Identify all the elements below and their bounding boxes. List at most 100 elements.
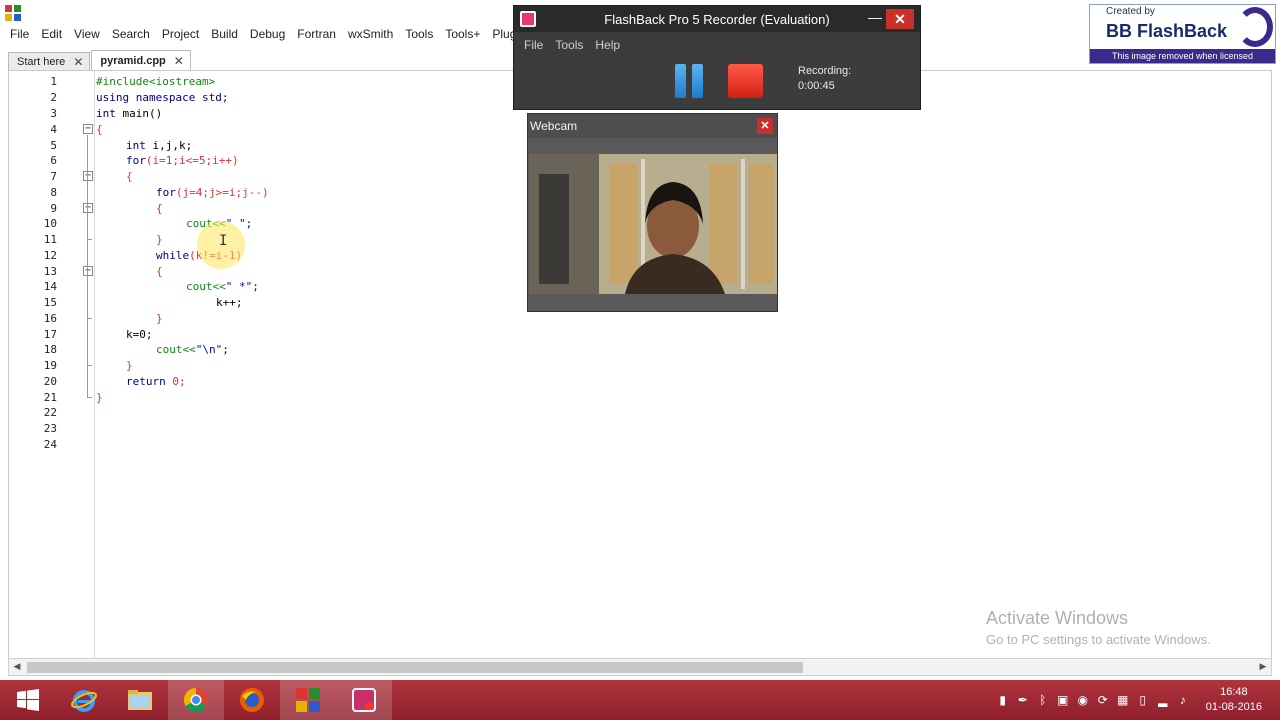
taskbar-codeblocks[interactable] xyxy=(280,680,336,720)
horizontal-scrollbar[interactable]: ◀ ▶ xyxy=(8,658,1272,676)
windows-logo-icon xyxy=(17,689,39,711)
line-number: 6 xyxy=(50,154,57,167)
fold-end-tick xyxy=(87,239,92,240)
line-number: 9 xyxy=(50,202,57,215)
code-token: { xyxy=(126,170,133,183)
volume-icon[interactable]: ♪ xyxy=(1176,693,1190,707)
menu-wxsmith[interactable]: wxSmith xyxy=(342,27,399,41)
code-token: std; xyxy=(201,91,229,104)
code-line-11: } xyxy=(156,232,163,248)
menu-search[interactable]: Search xyxy=(106,27,156,41)
webcam-title: Webcam xyxy=(530,119,578,133)
line-number: 4 xyxy=(50,123,57,136)
code-token: "\n"; xyxy=(195,343,229,356)
app-tray-icon[interactable]: ▣ xyxy=(1056,693,1070,707)
close-icon[interactable]: ✕ xyxy=(886,9,914,29)
menu-tools[interactable]: Tools xyxy=(399,27,439,41)
code-token: int xyxy=(126,139,146,152)
line-number: 12 xyxy=(43,249,57,262)
menu-file[interactable]: File xyxy=(4,27,35,41)
line-number: 3 xyxy=(50,107,57,120)
code-line-9: { xyxy=(156,201,163,217)
power-icon[interactable]: ▯ xyxy=(1136,693,1150,707)
code-line-1: #include<iostream> xyxy=(96,74,215,90)
tab-pyramid-cpp[interactable]: pyramid.cpp ✕ xyxy=(91,50,191,70)
system-clock[interactable]: 16:48 01-08-2016 xyxy=(1206,685,1262,715)
network-device-icon[interactable]: ▦ xyxy=(1116,693,1130,707)
acrobat-icon[interactable]: ✒ xyxy=(1016,693,1030,707)
pause-button[interactable] xyxy=(674,64,704,98)
minimize-icon[interactable]: — xyxy=(868,9,882,25)
webcam-titlebar: Webcam ✕ xyxy=(528,114,777,138)
code-token: using xyxy=(96,91,130,104)
code-token: int xyxy=(96,107,116,120)
scroll-right-icon[interactable]: ▶ xyxy=(1255,659,1271,675)
recorder-menu-help[interactable]: Help xyxy=(595,38,620,52)
code-line-8: for(j=4;j>=i;j--) xyxy=(156,185,269,201)
code-token: #include<iostream> xyxy=(96,75,216,88)
menu-fortran[interactable]: Fortran xyxy=(291,27,342,41)
menu-debug[interactable]: Debug xyxy=(244,27,291,41)
code-token: { xyxy=(96,123,103,136)
flashback-evaluation-badge: Created by BB FlashBack This image remov… xyxy=(1089,4,1276,64)
code-token: { xyxy=(156,265,163,278)
taskbar-internet-explorer[interactable] xyxy=(56,680,112,720)
recorder-menu: File Tools Help xyxy=(514,32,920,58)
code-token: (j=4;j>=i;j--) xyxy=(175,186,269,199)
code-line-15: k++; xyxy=(216,295,243,311)
menu-build[interactable]: Build xyxy=(205,27,244,41)
battery-meter-icon[interactable]: ▮ xyxy=(996,693,1010,707)
taskbar-firefox[interactable] xyxy=(224,680,280,720)
code-token: 0; xyxy=(172,375,186,388)
folder-icon xyxy=(128,690,152,710)
code-token: } xyxy=(126,359,133,372)
menu-edit[interactable]: Edit xyxy=(35,27,68,41)
fold-toggle-icon[interactable]: − xyxy=(83,171,93,181)
fold-toggle-icon[interactable]: − xyxy=(83,266,93,276)
close-icon[interactable]: ✕ xyxy=(174,54,184,68)
recording-label: Recording: xyxy=(798,65,852,77)
code-token: (i=1;i<=5;i++) xyxy=(145,154,239,167)
code-token: " *"; xyxy=(225,280,259,293)
scrollbar-thumb[interactable] xyxy=(27,662,803,673)
fold-guide xyxy=(87,135,88,397)
line-number: 23 xyxy=(43,422,57,435)
code-token: for xyxy=(126,154,146,167)
close-icon[interactable]: ✕ xyxy=(73,55,83,69)
flashback-recorder-window: FlashBack Pro 5 Recorder (Evaluation) — … xyxy=(513,5,921,110)
fold-end-tick xyxy=(87,318,92,319)
fold-toggle-icon[interactable]: − xyxy=(83,203,93,213)
taskbar-chrome[interactable] xyxy=(168,680,224,720)
recorder-menu-tools[interactable]: Tools xyxy=(555,38,583,52)
menu-project[interactable]: Project xyxy=(156,27,205,41)
scroll-left-icon[interactable]: ◀ xyxy=(9,659,25,675)
stop-button[interactable] xyxy=(728,64,763,98)
line-number: 19 xyxy=(43,359,57,372)
code-token: } xyxy=(156,312,163,325)
menu-tools-plus[interactable]: Tools+ xyxy=(439,27,486,41)
signal-icon[interactable]: ▂ xyxy=(1156,693,1170,707)
taskbar-file-explorer[interactable] xyxy=(112,680,168,720)
recorder-menu-file[interactable]: File xyxy=(524,38,543,52)
fold-toggle-icon[interactable]: − xyxy=(83,124,93,134)
line-number: 8 xyxy=(50,186,57,199)
line-number: 18 xyxy=(43,343,57,356)
close-icon[interactable]: ✕ xyxy=(757,118,773,134)
pause-icon-bar xyxy=(692,64,703,98)
line-number: 14 xyxy=(43,280,57,293)
sync-icon[interactable]: ⟳ xyxy=(1096,693,1110,707)
menu-view[interactable]: View xyxy=(68,27,106,41)
tab-start-here[interactable]: Start here ✕ xyxy=(8,52,91,70)
line-number: 5 xyxy=(50,139,57,152)
start-button[interactable] xyxy=(0,680,56,720)
code-line-3: int main() xyxy=(96,106,162,122)
taskbar-flashback[interactable] xyxy=(336,680,392,720)
bluetooth-icon[interactable]: ᛒ xyxy=(1036,693,1050,707)
code-token: cout<< xyxy=(186,280,226,293)
flashback-icon xyxy=(352,688,376,712)
code-token: i,j,k; xyxy=(152,139,193,152)
antivirus-icon[interactable]: ◉ xyxy=(1076,693,1090,707)
chrome-icon xyxy=(183,688,208,713)
code-line-17: k=0; xyxy=(126,327,153,343)
flashback-logo-icon xyxy=(1237,7,1273,47)
